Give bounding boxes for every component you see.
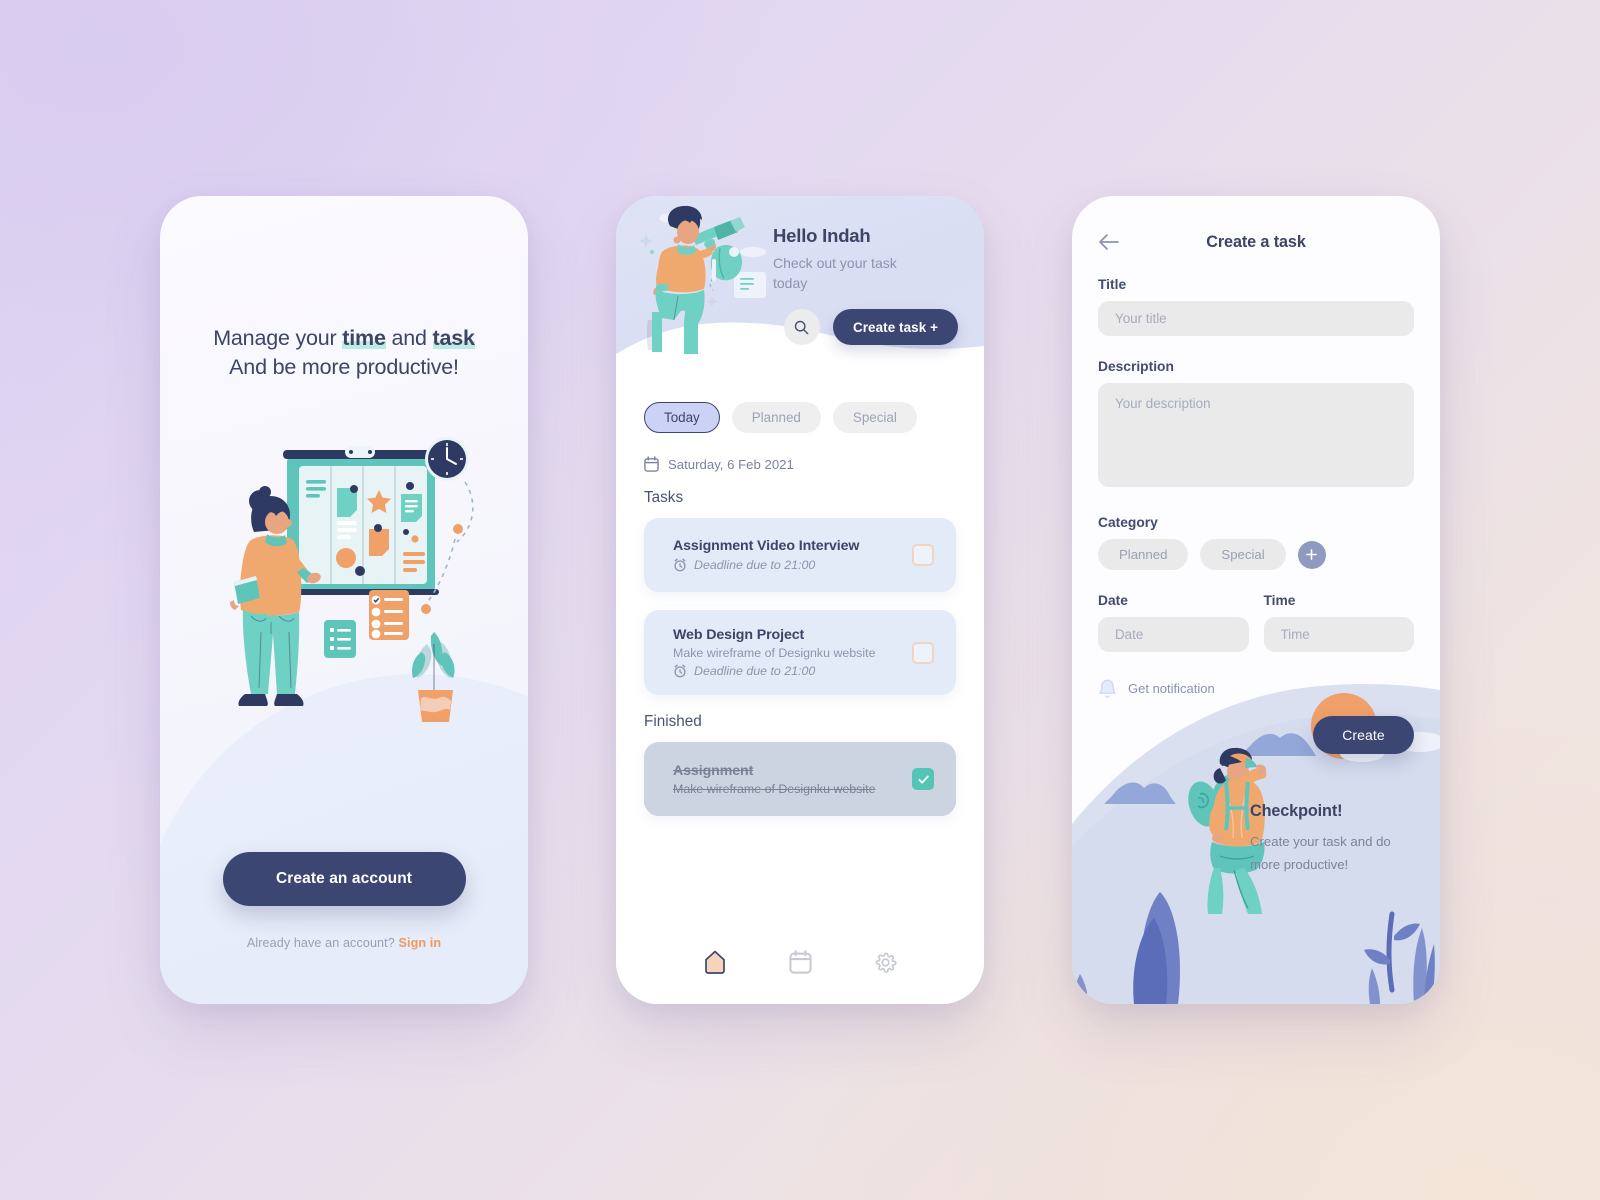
bottom-navigation [616, 920, 984, 1004]
check-icon [917, 775, 929, 784]
checkpoint-title: Checkpoint! [1250, 801, 1343, 820]
finished-task-subtitle: Make wireframe of Designku website [673, 781, 876, 796]
search-button[interactable] [783, 309, 820, 345]
home-body: Saturday, 6 Feb 2021 Tasks Assignment Vi… [616, 456, 984, 816]
mockup-stage: Manage your time and task And be more pr… [0, 0, 1600, 1200]
title-field-label: Title [1098, 277, 1127, 292]
category-chip-row: Planned Special [1098, 539, 1414, 570]
signin-prompt: Already have an account? Sign in [247, 906, 441, 950]
alarm-clock-icon [674, 558, 686, 572]
category-chip-planned[interactable]: Planned [1098, 539, 1189, 570]
time-field-label: Time [1263, 593, 1296, 608]
section-heading-finished: Finished [644, 713, 702, 730]
tab-planned[interactable]: Planned [731, 402, 821, 433]
onboarding-illustration [160, 404, 528, 764]
nav-settings-button[interactable] [868, 945, 903, 980]
phone-screen-home: Hello Indah Check out your task today Cr… [616, 196, 984, 1004]
bell-icon [1099, 679, 1116, 698]
time-input[interactable] [1263, 617, 1414, 652]
description-input[interactable] [1098, 383, 1414, 487]
finished-task-row[interactable]: Assignment Make wireframe of Designku we… [644, 742, 956, 816]
greeting-block: Hello Indah Check out your task today [773, 225, 923, 294]
home-action-row: Create task + [783, 309, 958, 345]
time-field-group: Time [1263, 570, 1414, 652]
headline-and: and [385, 326, 433, 350]
header-illustration [630, 204, 790, 359]
headline-part1: Manage your [213, 326, 343, 350]
greeting-title: Hello Indah [773, 225, 871, 246]
tab-special[interactable]: Special [832, 402, 917, 433]
task-row[interactable]: Web Design Project Make wireframe of Des… [644, 610, 956, 695]
finished-task-checkbox[interactable] [912, 768, 934, 790]
create-account-button[interactable]: Create an account [222, 852, 466, 906]
signin-link[interactable]: Sign in [398, 936, 441, 950]
page-title: Create a task [1206, 232, 1306, 251]
date-input[interactable] [1098, 617, 1249, 652]
gear-icon [875, 952, 897, 973]
section-heading-tasks: Tasks [644, 489, 684, 506]
date-time-row: Date Time [1098, 570, 1414, 652]
checkpoint-block: Checkpoint! Create your task and do more… [1250, 802, 1418, 876]
nav-calendar-button[interactable] [783, 944, 818, 980]
phone-screen-create-task: Create a task Title Description Category… [1072, 196, 1440, 1004]
alarm-clock-icon [674, 664, 686, 678]
nav-home-button[interactable] [697, 943, 733, 981]
headline-task-highlight: task [432, 326, 475, 350]
onboarding-headline: Manage your time and task And be more pr… [160, 324, 528, 382]
add-category-button[interactable] [1297, 540, 1326, 569]
calendar-icon [644, 456, 659, 472]
category-field-label: Category [1098, 515, 1158, 530]
create-task-form: Create a task Title Description Category… [1072, 196, 1440, 754]
create-button[interactable]: Create [1313, 716, 1414, 754]
plus-icon [1306, 549, 1318, 560]
headline-line2: And be more productive! [229, 355, 459, 380]
task-deadline-row: Deadline due to 21:00 [673, 664, 900, 678]
task-subtitle: Make wireframe of Designku website [673, 646, 876, 660]
current-date-row: Saturday, 6 Feb 2021 [644, 456, 956, 472]
phone-screen-onboarding: Manage your time and task And be more pr… [160, 196, 528, 1004]
signin-prefix-text: Already have an account? [246, 936, 399, 950]
current-date-label: Saturday, 6 Feb 2021 [668, 456, 794, 472]
task-deadline-row: Deadline due to 21:00 [673, 558, 900, 572]
task-deadline-label: Deadline due to 21:00 [694, 558, 816, 572]
home-header: Hello Indah Check out your task today [616, 196, 984, 378]
date-field-label: Date [1098, 593, 1128, 608]
task-deadline-label: Deadline due to 21:00 [694, 664, 816, 678]
home-icon [705, 950, 725, 974]
create-task-button[interactable]: Create task + [832, 309, 958, 345]
create-task-topbar: Create a task [1098, 230, 1414, 254]
checkpoint-body: Create your task and do more productive! [1250, 833, 1391, 872]
task-title: Web Design Project [673, 627, 805, 643]
title-input[interactable] [1098, 301, 1414, 336]
headline-time-highlight: time [342, 326, 386, 350]
task-title: Assignment Video Interview [673, 538, 860, 554]
filter-tabs: Today Planned Special [616, 378, 984, 433]
task-checkbox[interactable] [912, 641, 934, 664]
category-chip-special[interactable]: Special [1200, 539, 1286, 570]
calendar-icon [789, 950, 812, 974]
notification-toggle-row[interactable]: Get notification [1098, 678, 1414, 699]
tab-today[interactable]: Today [644, 402, 720, 433]
task-checkbox[interactable] [912, 544, 934, 566]
finished-task-title: Assignment [673, 762, 754, 779]
greeting-subtitle: Check out your task today [773, 255, 897, 291]
date-field-group: Date [1098, 570, 1249, 652]
task-row[interactable]: Assignment Video Interview Deadline due … [644, 518, 956, 592]
notification-label: Get notification [1128, 681, 1215, 696]
description-field-label: Description [1098, 359, 1174, 374]
search-icon [795, 320, 809, 334]
